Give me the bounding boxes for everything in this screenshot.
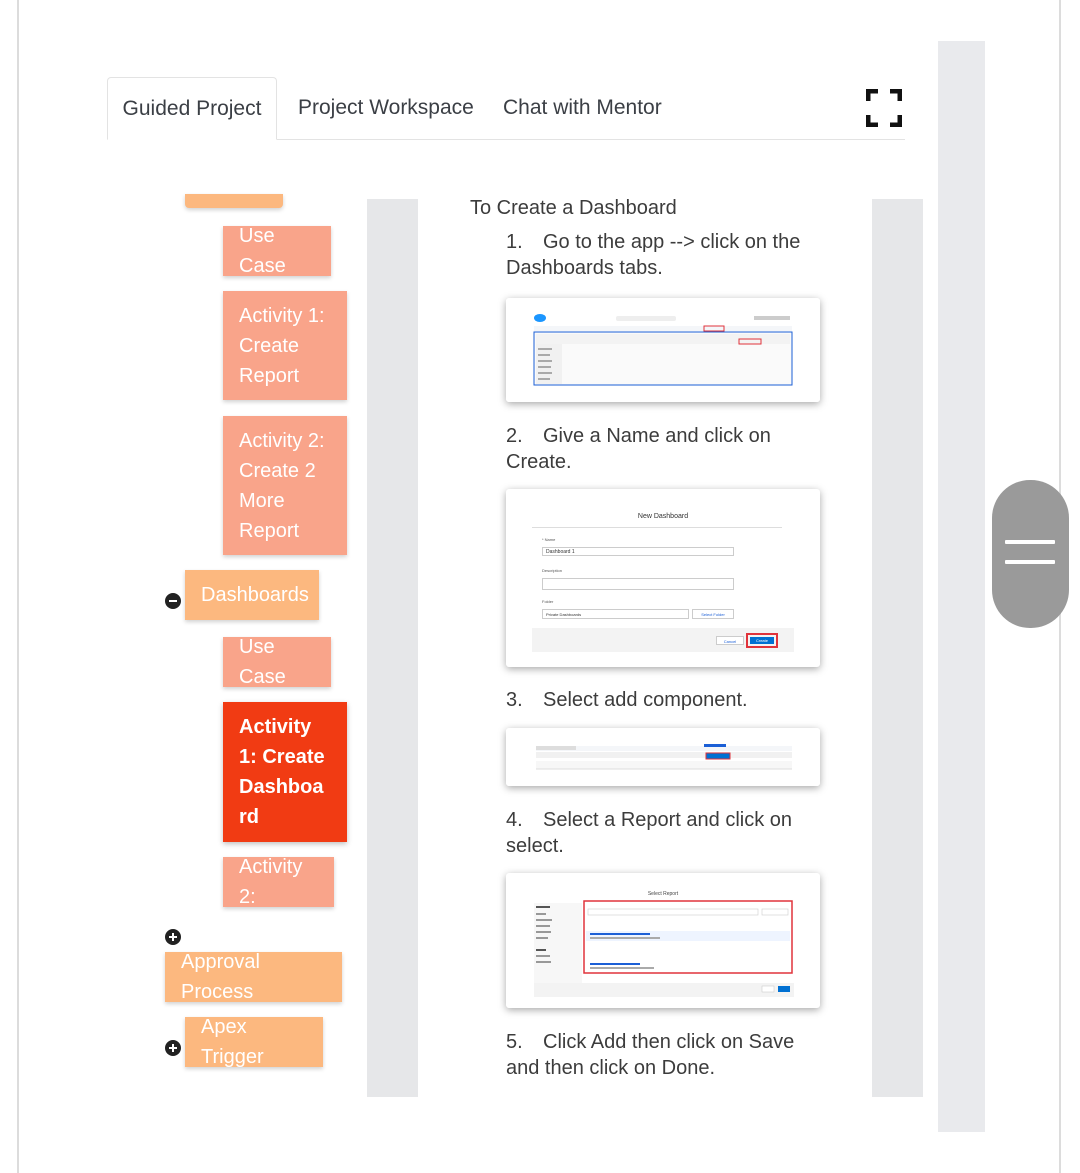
lesson-title: To Create a Dashboard (470, 197, 677, 219)
sidebar-item-apex-trigger[interactable]: Apex Trigger (185, 1016, 323, 1068)
sidebar-item-partial[interactable] (185, 194, 283, 208)
sidebar-item-label: Apex Trigger (201, 1016, 264, 1068)
fullscreen-icon[interactable] (865, 88, 903, 128)
step-number: 1. (506, 231, 523, 253)
sidebar-item-label: Approval Process (181, 951, 260, 1003)
name-label: * Name (542, 537, 556, 542)
sidebar-item-label: Activity 1: Create Report (239, 304, 325, 387)
step-number: 2. (506, 425, 523, 447)
create-button: Create (750, 637, 774, 644)
sidebar-item-use-case[interactable]: Use Case (223, 636, 331, 688)
step-number: 3. (506, 689, 523, 711)
select-folder-button: Select Folder (692, 609, 734, 619)
step-number: 4. (506, 809, 523, 831)
sidebar-item-dashboards[interactable]: Dashboards (185, 570, 319, 620)
tab-guided-project[interactable]: Guided Project (107, 77, 277, 140)
step-2: 2. Give a Name and click on Create. (506, 423, 826, 475)
description-label: Description (542, 568, 563, 573)
sidebar-item-label: Dashboards (201, 584, 309, 606)
create-button-highlight: Create (746, 633, 778, 648)
screenshot-add-component (506, 728, 820, 786)
frame-border-left (17, 0, 19, 1173)
plus-circle-icon[interactable] (165, 1040, 181, 1056)
sidebar-item-use-case[interactable]: Use Case (223, 225, 331, 277)
step-text: Click Add then click on Save and then cl… (506, 1031, 795, 1079)
step-text: Give a Name and click on Create. (506, 425, 771, 473)
handle-bar (1005, 540, 1055, 544)
name-field: Dashboard 1 (542, 547, 734, 556)
step-3: 3. Select add component. (506, 687, 826, 713)
dialog-title: New Dashboard (637, 513, 689, 520)
folder-label: Folder (542, 599, 554, 604)
tab-bar: Guided Project Project Workspace Chat wi… (107, 77, 905, 140)
sidebar-item-activity-2-create-more-report[interactable]: Activity 2: Create 2 More Report (223, 416, 347, 555)
sidebar-item-activity-2[interactable]: Activity 2: (223, 856, 334, 908)
content-margin-right (872, 199, 923, 1097)
cancel-button: Cancel (716, 636, 744, 645)
sidebar-item-approval-process[interactable]: Approval Process (165, 951, 342, 1003)
handle-bar (1005, 560, 1055, 564)
content-margin-left (367, 199, 418, 1097)
tab-project-workspace[interactable]: Project Workspace (298, 77, 474, 139)
screenshot-dashboards-tab (506, 298, 820, 402)
folder-field: Private Dashboards (542, 609, 689, 619)
step-text: Select a Report and click on select. (506, 809, 793, 857)
sidebar-item-label: Use Case (239, 225, 286, 277)
description-field (542, 578, 734, 590)
step-text: Go to the app --> click on the Dashboard… (506, 231, 801, 279)
step-1: 1. Go to the app --> click on the Dashboa… (506, 229, 826, 281)
sidebar-item-label: Activity 2: (239, 856, 303, 908)
drag-handle-icon[interactable] (992, 480, 1069, 628)
sidebar-item-label: Use Case (239, 636, 286, 688)
sidebar-item-label: Activity 1: Create Dashboard (239, 716, 325, 828)
lesson-content: To Create a Dashboard 1. Go to the app --… (418, 197, 872, 1097)
plus-circle-icon[interactable] (165, 929, 181, 945)
sidebar-item-activity-1-create-dashboard[interactable]: Activity 1: Create Dashboard (223, 702, 347, 842)
dialog-divider (532, 527, 782, 528)
step-text: Select add component. (543, 689, 748, 711)
tab-chat-with-mentor[interactable]: Chat with Mentor (503, 77, 662, 139)
step-5: 5. Click Add then click on Save and then … (506, 1029, 826, 1081)
minus-circle-icon[interactable] (165, 593, 181, 609)
sidebar-item-label: Activity 2: Create 2 More Report (239, 429, 325, 542)
screenshot-new-dashboard-dialog: New Dashboard * Name Dashboard 1 Descrip… (506, 489, 820, 667)
step-4: 4. Select a Report and click on select. (506, 807, 826, 859)
screenshot-select-report-dialog: Select Report (506, 873, 820, 1008)
sidebar-item-activity-1-create-report[interactable]: Activity 1: Create Report (223, 291, 347, 400)
step-number: 5. (506, 1031, 523, 1053)
content-scroll-track[interactable] (938, 41, 985, 1132)
